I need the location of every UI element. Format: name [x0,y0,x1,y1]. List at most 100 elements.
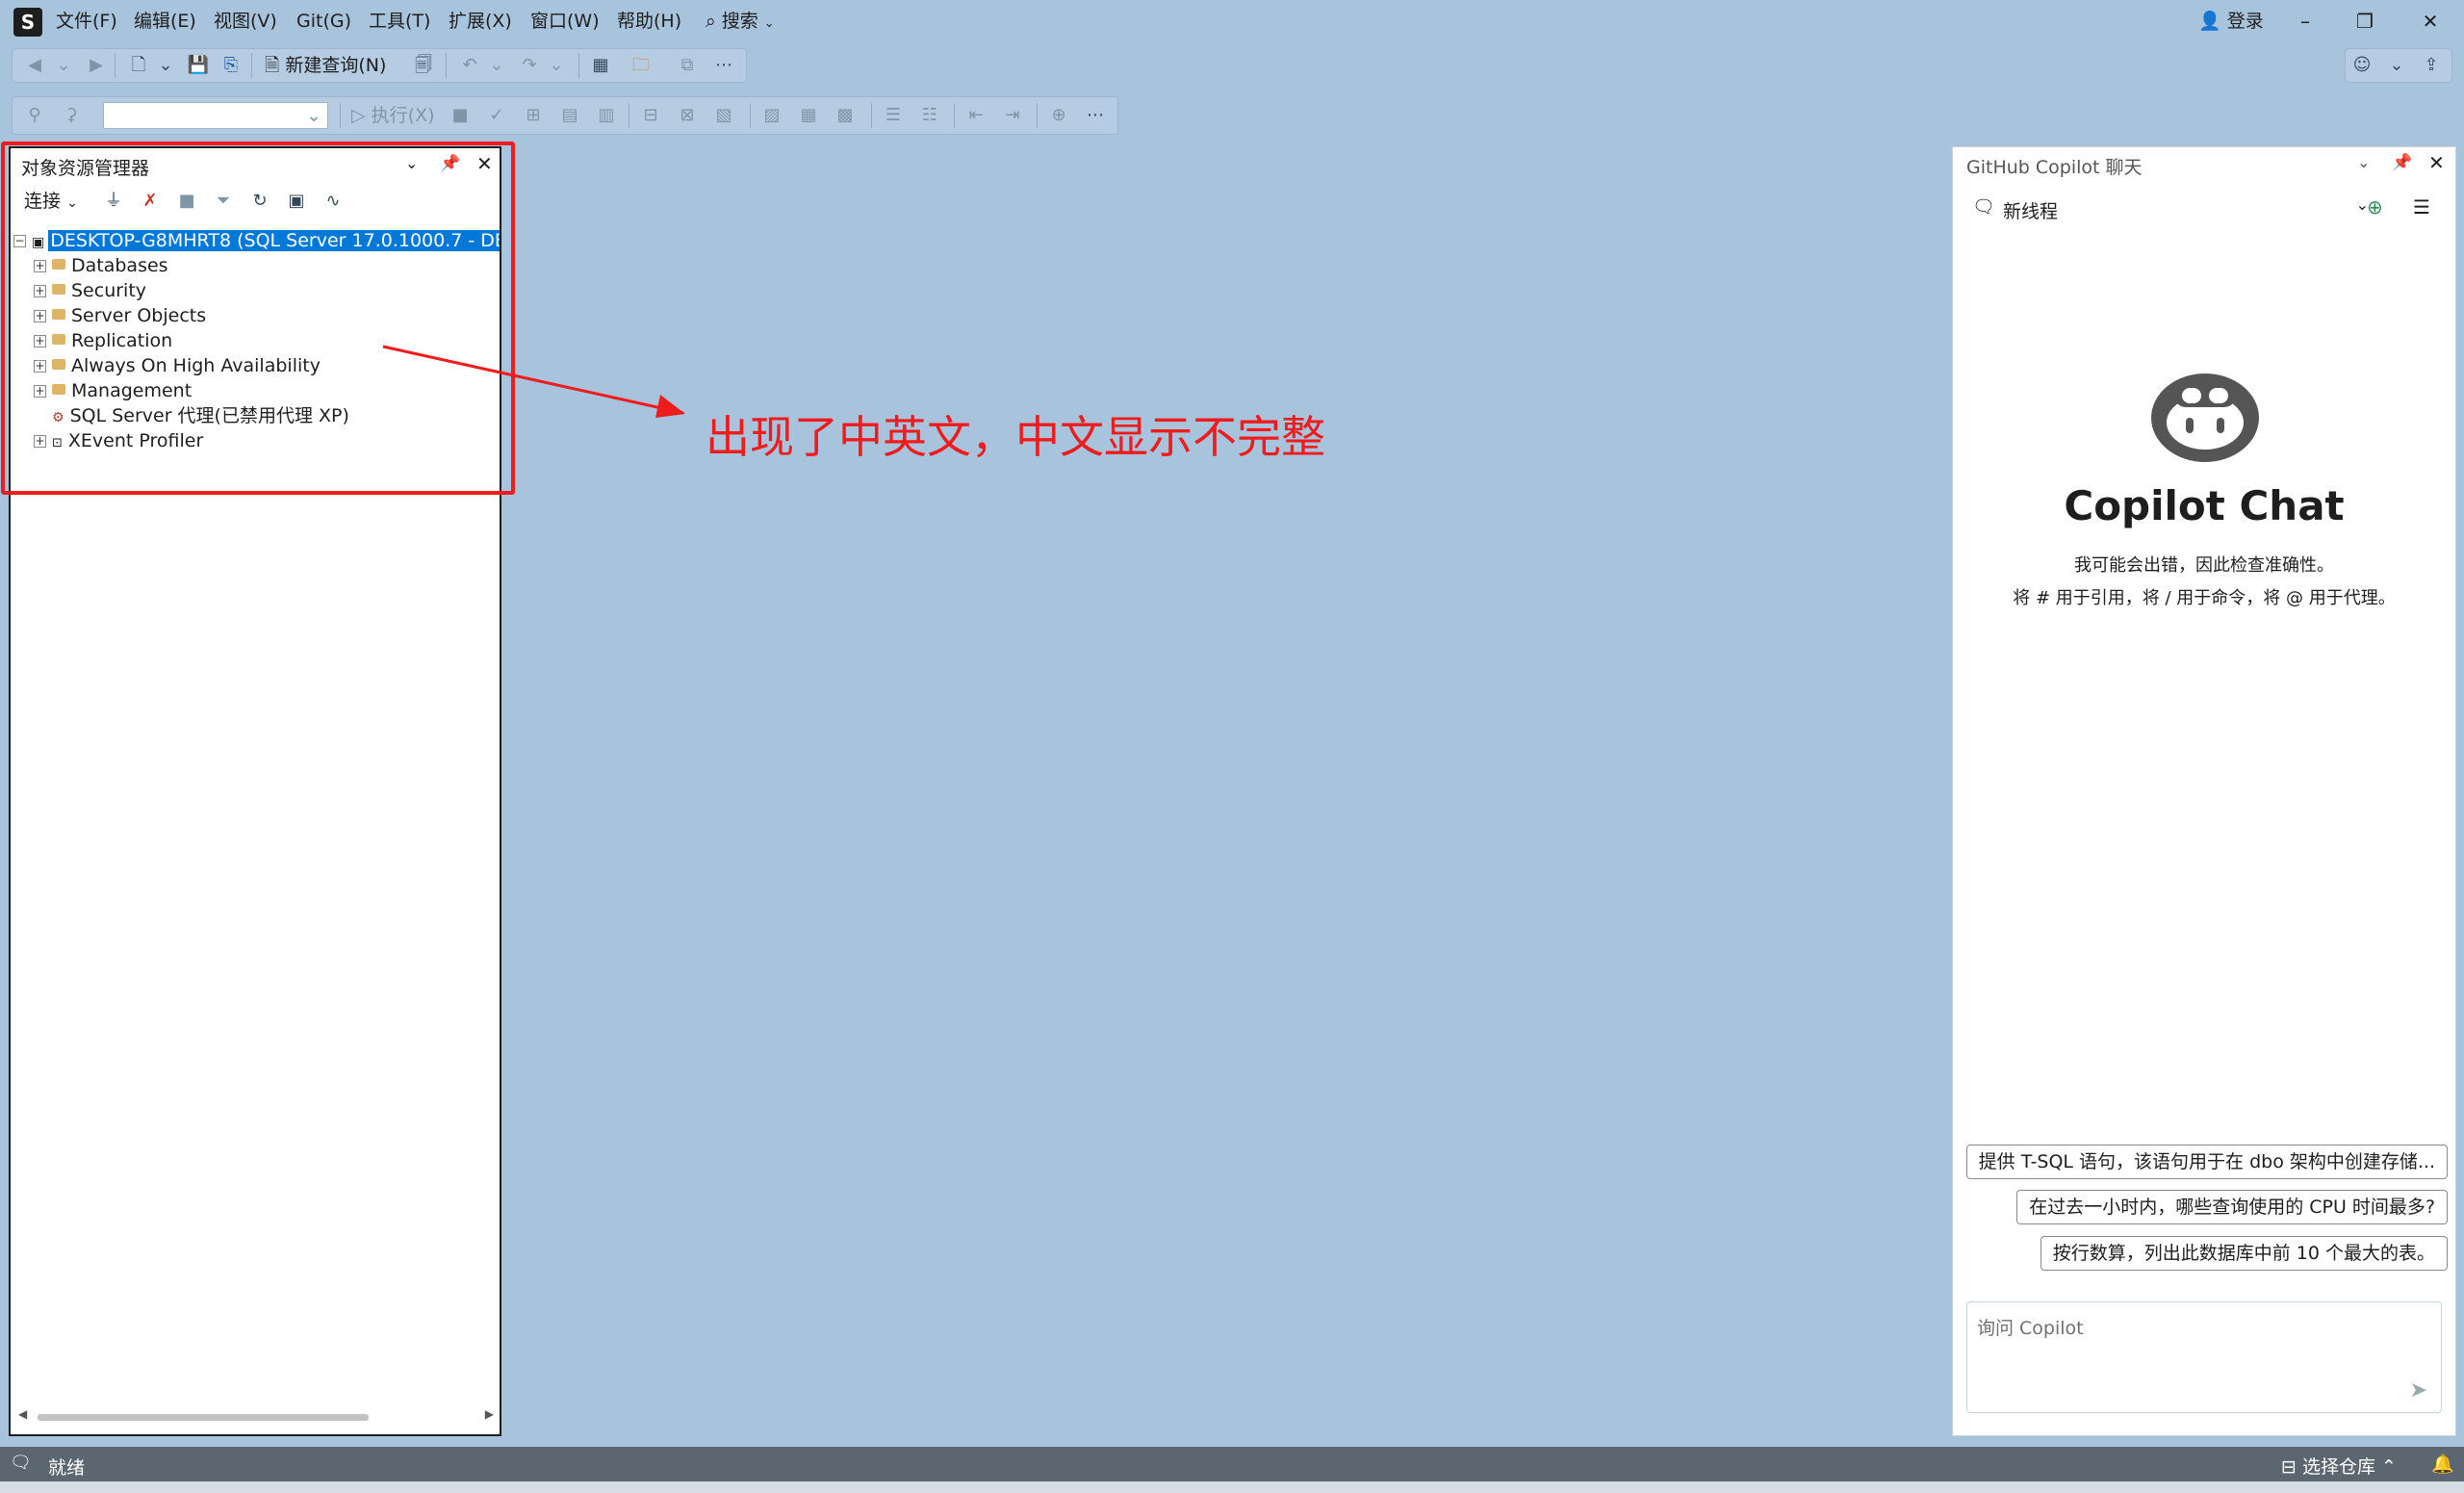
execute-button[interactable]: ▷ 执行(X) [351,103,435,128]
intellisense-icon[interactable]: ⊟ [638,103,663,128]
decrease-indent-icon[interactable]: ⇤ [963,103,988,128]
copilot-heading: Copilot Chat [2064,482,2345,529]
chevron-down-icon[interactable]: ⌄ [153,53,178,78]
menu-extensions[interactable]: 扩展(X) [443,9,518,34]
suggestion-button[interactable]: 提供 T-SQL 语句，该语句用于在 dbo 架构中创建存储... [1965,1145,2448,1179]
taskbar-strip [0,1481,2464,1493]
horizontal-scrollbar[interactable]: ◀ ▶ [18,1407,494,1425]
connect-icon[interactable]: ⚲ [22,103,47,128]
results-to-file-icon[interactable]: ▩ [833,103,858,128]
copilot-logo-icon [2151,373,2259,462]
find-in-files-icon[interactable]: 🗀 [629,53,654,78]
select-repo-button[interactable]: ⊟ 选择仓库 ⌃ [2281,1453,2397,1479]
menu-window[interactable]: 窗口(W) [525,9,605,34]
annotation-text: 出现了中英文，中文显示不完整 [706,411,1325,463]
increase-indent-icon[interactable]: ⇥ [1000,103,1025,128]
window-layout-icon[interactable]: ⧉ [675,53,700,78]
app-logo-icon[interactable]: S [13,8,42,37]
copilot-icon[interactable]: ☺ [2349,53,2374,78]
parse-check-icon[interactable]: ✓ [484,103,509,128]
database-select[interactable]: ⌄ [103,102,328,129]
toolbar-separator [954,103,955,128]
chevron-down-icon[interactable]: ⌄ [544,53,569,78]
activity-monitor-icon[interactable]: ▦ [588,53,613,78]
login-label: 登录 [2226,11,2264,32]
forward-icon[interactable]: ▶ [84,53,109,78]
standard-toolbar: ◀ ⌄ ▶ 🗋 ⌄ 💾 ⎘ 🗎 新建查询(N) 🗐 ↶ ⌄ ↷ ⌄ ▦ 🗀 ⧉ … [12,48,747,83]
back-icon[interactable]: ◀ [22,53,47,78]
chevron-down-icon[interactable]: ⌄ [2384,53,2409,78]
scrollbar-thumb[interactable] [38,1414,369,1421]
change-connection-icon[interactable]: ⚳ [59,103,84,128]
specify-values-icon[interactable]: ⊕ [1046,103,1071,128]
suggestion-button[interactable]: 在过去一小时内，哪些查询使用的 CPU 时间最多? [2016,1190,2448,1224]
menu-tools[interactable]: 工具(T) [363,9,436,34]
suggestion-button[interactable]: 按行数算，列出此数据库中前 10 个最大的表。 [2040,1236,2448,1271]
new-thread-icon[interactable]: ⊕ [2367,195,2383,219]
client-statistics-icon[interactable]: ▧ [711,103,736,128]
notification-bell-icon[interactable]: 🔔 [2431,1453,2454,1475]
query-file-icon[interactable]: 🗐 [411,53,436,78]
new-query-button[interactable]: 🗎 新建查询(N) [265,53,386,78]
search-menu[interactable]: ⌕ 搜索 ⌄ [700,9,781,34]
comment-icon[interactable]: ☰ [881,103,906,128]
redo-icon[interactable]: ↷ [517,53,542,78]
chevron-down-icon[interactable]: ⌄ [2357,153,2370,171]
play-icon: ▷ [351,105,366,126]
more-options-icon[interactable]: ⋯ [711,53,736,78]
query-designer-icon[interactable]: ▤ [557,103,582,128]
menu-file[interactable]: 文件(F) [50,9,123,34]
search-label: 搜索 [721,11,758,32]
close-window-button[interactable]: ✕ [2416,8,2445,35]
login-button[interactable]: 👤 登录 [2193,9,2270,34]
output-icon[interactable]: 🗨 [10,1453,32,1473]
save-all-icon[interactable]: ⎘ [218,53,244,78]
menu-git[interactable]: Git(G) [291,9,357,34]
copilot-subtitle-2: 将 # 用于引用，将 / 用于命令，将 @ 用于代理。 [2013,588,2396,608]
results-to-grid-icon[interactable]: ▦ [796,103,821,128]
stop-icon[interactable]: ■ [448,103,473,128]
status-text: 就绪 [48,1457,86,1479]
search-icon: ⌕ [706,11,716,32]
thread-list-icon[interactable]: ☰ [2413,195,2430,219]
thread-selector[interactable]: 🗨 新线程 ⌄ [1972,195,2369,222]
execute-label: 执行(X) [371,105,435,126]
results-to-text-icon[interactable]: ▨ [759,103,784,128]
copilot-toolbar: ☺ ⌄ ⇪ [2345,48,2452,83]
copilot-panel-title: GitHub Copilot 聊天 [1966,157,2143,178]
send-icon[interactable]: ➤ [2410,1378,2427,1403]
new-query-icon: 🗎 [265,55,280,76]
scroll-left-icon[interactable]: ◀ [18,1407,27,1421]
live-share-icon[interactable]: ⇪ [2419,53,2444,78]
minimize-button[interactable]: – [2291,8,2320,35]
uncomment-icon[interactable]: ☷ [917,103,942,128]
include-plan-icon[interactable]: ⊠ [675,103,700,128]
chevron-up-icon: ⌃ [2381,1456,2397,1478]
pin-icon[interactable]: 📌 [2392,153,2412,172]
menu-view[interactable]: 视图(V) [208,9,283,34]
new-project-icon[interactable]: 🗋 [126,53,151,78]
toolbar-separator [871,103,872,128]
display-plan-icon[interactable]: ⊞ [521,103,546,128]
query-options-icon[interactable]: ▥ [594,103,619,128]
menu-help[interactable]: 帮助(H) [611,9,687,34]
status-bar: 🗨 就绪 ⊟ 选择仓库 ⌃ 🔔 [0,1447,2464,1481]
menu-edit[interactable]: 编辑(E) [128,9,202,34]
more-options-icon[interactable]: ⋯ [1083,103,1108,128]
copilot-input[interactable]: 询问 Copilot ➤ [1966,1301,2442,1413]
toolbar-separator [115,53,116,78]
thread-label: 新线程 [2003,201,2059,222]
new-query-label: 新建查询(N) [285,55,387,76]
undo-icon[interactable]: ↶ [457,53,482,78]
scroll-right-icon[interactable]: ▶ [485,1407,494,1421]
toolbar-separator [340,103,341,128]
toolbar-separator [1037,103,1038,128]
chevron-down-icon: ⌄ [763,16,775,31]
close-icon[interactable]: ✕ [2428,151,2445,174]
chevron-down-icon[interactable]: ⌄ [51,53,76,78]
toolbar-separator [251,53,252,78]
save-icon[interactable]: 💾 [186,53,211,78]
menu-bar: S 文件(F) 编辑(E) 视图(V) Git(G) 工具(T) 扩展(X) 窗… [0,0,2464,42]
restore-button[interactable]: ❐ [2350,8,2379,35]
chevron-down-icon[interactable]: ⌄ [484,53,509,78]
